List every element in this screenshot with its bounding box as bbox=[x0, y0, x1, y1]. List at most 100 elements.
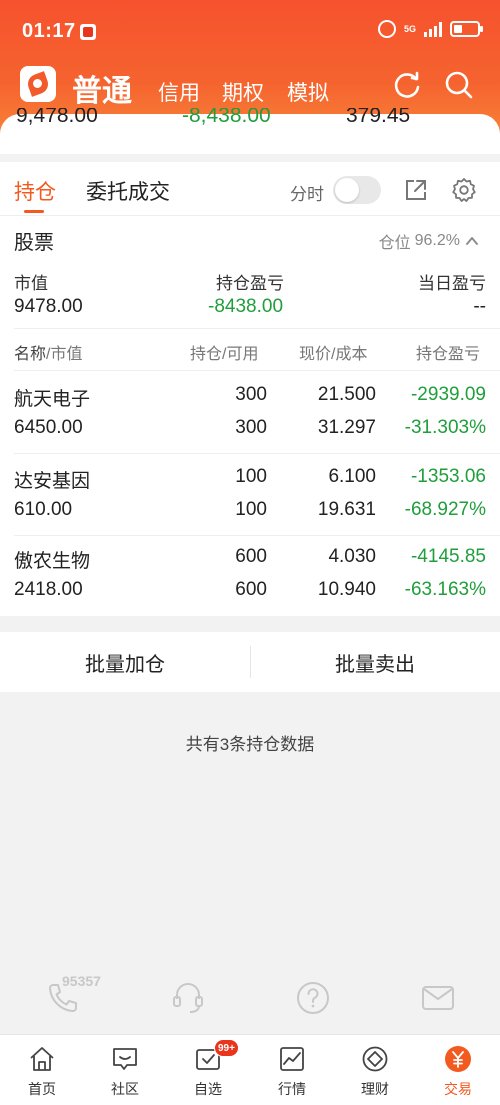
status-icons: 5G bbox=[377, 20, 483, 38]
nav-label: 理财 bbox=[361, 1081, 389, 1097]
stock-position: 300 bbox=[235, 384, 267, 405]
holding-pl-label: 持仓盈亏 bbox=[216, 274, 284, 293]
nav-label: 首页 bbox=[28, 1081, 56, 1097]
stock-position: 100 bbox=[235, 466, 267, 487]
summary-strip: 9,478.00 -8,438.00 379.45 bbox=[0, 108, 500, 134]
status-bar: 01:17 5G bbox=[0, 0, 500, 64]
stock-name: 航天电子 bbox=[14, 389, 91, 410]
daily-pl-value: -- bbox=[473, 296, 486, 317]
nav-label: 社区 bbox=[111, 1081, 139, 1097]
nav-wealth[interactable]: 理财 bbox=[333, 1035, 417, 1105]
alarm-icon bbox=[377, 20, 396, 38]
phone-icon[interactable] bbox=[45, 980, 81, 1016]
tab-positions[interactable]: 持仓 bbox=[14, 176, 56, 206]
network-type: 5G bbox=[403, 23, 416, 34]
nav-label: 交易 bbox=[444, 1081, 472, 1097]
battery-icon bbox=[450, 21, 483, 37]
timeshare-label: 分时 bbox=[290, 185, 324, 204]
help-icon[interactable] bbox=[295, 980, 331, 1016]
stock-name: 傲农生物 bbox=[14, 551, 91, 572]
settings-icon[interactable] bbox=[451, 177, 477, 203]
divider bbox=[14, 370, 500, 371]
stock-pl-percent: -68.927% bbox=[404, 499, 486, 520]
trade-icon bbox=[445, 1046, 471, 1072]
customer-service-icon[interactable] bbox=[170, 980, 206, 1016]
watchlist-badge: 99+ bbox=[214, 1039, 239, 1057]
divider bbox=[14, 328, 500, 329]
column-header-position: 持仓/可用 bbox=[190, 346, 259, 363]
signal-icon bbox=[424, 21, 442, 37]
summary-other-value: 379.45 bbox=[346, 108, 411, 127]
stock-available: 600 bbox=[235, 579, 267, 600]
holding-pl-value: -8438.00 bbox=[208, 296, 284, 317]
batch-sell-button[interactable]: 批量卖出 bbox=[250, 632, 500, 692]
stock-market-value: 610.00 bbox=[14, 499, 73, 520]
stock-price: 21.500 bbox=[317, 384, 376, 405]
market-value: 9478.00 bbox=[14, 296, 83, 317]
stock-position: 600 bbox=[235, 546, 267, 567]
search-icon[interactable] bbox=[444, 70, 474, 100]
refresh-icon[interactable] bbox=[392, 70, 422, 100]
daily-pl-label: 当日盈亏 bbox=[418, 274, 486, 293]
nav-market[interactable]: 行情 bbox=[250, 1035, 334, 1105]
tab-simulation[interactable]: 模拟 bbox=[287, 77, 329, 107]
nav-community[interactable]: 社区 bbox=[83, 1035, 167, 1105]
position-ratio-label: 仓位 bbox=[378, 235, 411, 252]
stock-available: 300 bbox=[235, 417, 267, 438]
stock-price: 4.030 bbox=[328, 546, 376, 567]
table-row[interactable]: 航天电子 6450.00 300 300 21.500 31.297 -2939… bbox=[0, 372, 500, 454]
nav-label: 行情 bbox=[278, 1081, 306, 1097]
bottom-nav: 首页 社区 99+ 自选 行情 理财 交易 bbox=[0, 1034, 500, 1105]
position-ratio[interactable]: 仓位 96.2% bbox=[379, 229, 480, 253]
stock-pl-percent: -63.163% bbox=[404, 579, 486, 600]
message-icon[interactable] bbox=[420, 980, 456, 1016]
batch-add-button[interactable]: 批量加仓 bbox=[0, 632, 250, 692]
nav-label: 自选 bbox=[194, 1081, 222, 1097]
stocks-section-title: 股票 bbox=[14, 232, 54, 254]
nav-home[interactable]: 首页 bbox=[0, 1035, 84, 1105]
app-logo-icon bbox=[20, 66, 56, 102]
nav-watchlist[interactable]: 99+ 自选 bbox=[166, 1035, 250, 1105]
column-header-name: 名称/市值 bbox=[14, 346, 83, 363]
community-icon bbox=[113, 1048, 137, 1070]
home-icon bbox=[30, 1047, 54, 1071]
stock-pl: -2939.09 bbox=[410, 384, 486, 405]
tab-options[interactable]: 期权 bbox=[222, 77, 264, 107]
stock-price: 6.100 bbox=[328, 466, 376, 487]
stock-cost: 10.940 bbox=[317, 579, 376, 600]
notification-app-icon bbox=[80, 24, 96, 40]
stock-pl-percent: -31.303% bbox=[404, 417, 486, 438]
positions-card: 持仓 委托成交 分时 股票 仓位 96.2% 市值 持仓盈亏 当日盈亏 9478… bbox=[0, 162, 500, 616]
tab-orders[interactable]: 委托成交 bbox=[86, 176, 170, 206]
stock-pl: -4145.85 bbox=[410, 546, 486, 567]
status-time: 01:17 bbox=[22, 20, 76, 42]
positions-tabs: 持仓 委托成交 分时 bbox=[0, 162, 500, 216]
position-ratio-value: 96.2% bbox=[414, 232, 460, 249]
stock-available: 100 bbox=[235, 499, 267, 520]
market-value-label: 市值 bbox=[14, 274, 48, 293]
share-icon[interactable] bbox=[403, 177, 429, 203]
column-header-pl: 持仓盈亏 bbox=[416, 346, 481, 363]
chevron-up-icon bbox=[466, 237, 478, 245]
column-header-price: 现价/成本 bbox=[299, 346, 368, 363]
table-row[interactable]: 达安基因 610.00 100 100 6.100 19.631 -1353.0… bbox=[0, 454, 500, 536]
tab-active-indicator bbox=[24, 210, 44, 213]
stock-cost: 19.631 bbox=[317, 499, 376, 520]
position-count-note: 共有3条持仓数据 bbox=[185, 735, 315, 754]
stock-name: 达安基因 bbox=[14, 471, 91, 492]
table-row[interactable]: 傲农生物 2418.00 600 600 4.030 10.940 -4145.… bbox=[0, 534, 500, 616]
tab-credit[interactable]: 信用 bbox=[158, 77, 200, 107]
summary-market-value: 9,478.00 bbox=[16, 108, 98, 127]
nav-trade[interactable]: 交易 bbox=[416, 1035, 500, 1105]
wealth-icon bbox=[362, 1046, 388, 1072]
stock-cost: 31.297 bbox=[317, 417, 376, 438]
batch-actions: 批量加仓 批量卖出 bbox=[0, 632, 500, 692]
summary-holding-pl: -8,438.00 bbox=[182, 108, 271, 127]
stock-pl: -1353.06 bbox=[410, 466, 486, 487]
stock-market-value: 2418.00 bbox=[14, 579, 83, 600]
account-type-nav: 普通 信用 期权 模拟 bbox=[0, 64, 500, 108]
market-icon bbox=[280, 1047, 304, 1071]
timeshare-toggle[interactable] bbox=[333, 176, 381, 204]
tab-normal-account[interactable]: 普通 bbox=[72, 66, 132, 110]
stock-market-value: 6450.00 bbox=[14, 417, 83, 438]
